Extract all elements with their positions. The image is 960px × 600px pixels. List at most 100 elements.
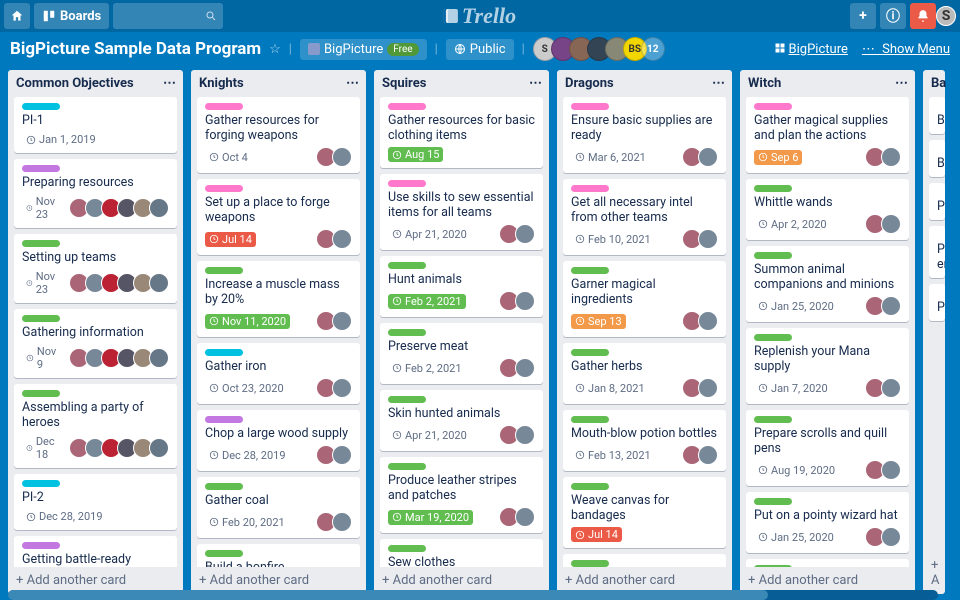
card[interactable]: Ensure basic supplies are readyMar 6, 20…: [563, 97, 726, 173]
card-title: Assembling a party of heroes: [22, 400, 169, 430]
due-date-badge: Apr 21, 2020: [388, 227, 471, 242]
card-label: [388, 396, 426, 403]
card[interactable]: Put on a pointy wizard hatJan 25, 2020: [746, 492, 909, 553]
card-member-avatar: [881, 378, 901, 398]
card[interactable]: Pu en: [929, 226, 945, 278]
card-member-avatar: [149, 438, 169, 458]
card[interactable]: Sew clothesFeb 4, 2020: [380, 539, 543, 567]
card[interactable]: PI-2Dec 28, 2019: [14, 474, 177, 530]
card-title: Chop a large wood supply: [205, 426, 352, 441]
card-member-avatar: [149, 348, 169, 368]
card-title: Weave canvas for bandages: [571, 493, 718, 523]
card[interactable]: Assembling a party of heroes Dec 18: [14, 384, 177, 468]
card-label: [205, 267, 243, 274]
card[interactable]: Weave canvas for bandagesJul 14: [563, 477, 726, 548]
due-date-badge: Apr 21, 2020: [388, 428, 471, 443]
card[interactable]: Gather resources for basic clothing item…: [380, 97, 543, 168]
due-date-badge: Dec 18: [22, 434, 63, 462]
card-member-avatar: [698, 445, 718, 465]
board-members[interactable]: S BS 12: [533, 37, 665, 61]
user-avatar[interactable]: S: [936, 6, 956, 26]
card-title: Setting up teams: [22, 250, 169, 265]
card[interactable]: Produce leather stripes and patchesMar 1…: [380, 457, 543, 533]
list-title[interactable]: Common Objectives: [16, 76, 134, 91]
card[interactable]: Gather ironOct 23, 2020: [197, 343, 360, 404]
card[interactable]: Ba: [929, 97, 945, 134]
card[interactable]: Preserve meatFeb 2, 2021: [380, 323, 543, 384]
card[interactable]: Bu: [929, 140, 945, 177]
card[interactable]: Gather coalFeb 20, 2021: [197, 477, 360, 538]
card[interactable]: Whittle wandsApr 2, 2020: [746, 179, 909, 240]
card[interactable]: Hunt animalsFeb 2, 2021: [380, 256, 543, 317]
visibility-button[interactable]: Public: [446, 39, 514, 60]
card-label: [205, 483, 243, 490]
card[interactable]: Prepare scrolls and quill pensAug 19, 20…: [746, 410, 909, 486]
card[interactable]: Replenish your Mana supplyJan 7, 2020: [746, 328, 909, 404]
board-canvas: Common Objectives ⋯ PI-1Jan 1, 2019 Prepari…: [0, 66, 960, 600]
card[interactable]: Gather resources for forging weaponsOct …: [197, 97, 360, 173]
list-menu-button[interactable]: ⋯: [346, 76, 358, 91]
home-button[interactable]: [4, 3, 30, 29]
bigpicture-link[interactable]: BigPicture: [774, 42, 848, 57]
list-title[interactable]: Knights: [199, 76, 244, 91]
list: Knights ⋯ Gather resources for forging wea…: [191, 70, 366, 594]
card[interactable]: Summon animal companions and minionsJan …: [746, 246, 909, 322]
card-member-avatar: [149, 273, 169, 293]
card[interactable]: Build a bonfireJun 29, 2019: [197, 544, 360, 567]
card[interactable]: Get all necessary intel from other teams…: [563, 179, 726, 255]
due-date-badge: Feb 2, 2021: [388, 361, 466, 376]
card-label: [754, 103, 792, 110]
card[interactable]: Pu: [929, 183, 945, 220]
card[interactable]: PI-1Jan 1, 2019: [14, 97, 177, 153]
due-date-badge: Jan 25, 2020: [754, 299, 838, 314]
member-count[interactable]: 12: [641, 37, 665, 61]
card[interactable]: Skin hunted animalsApr 21, 2020: [380, 390, 543, 451]
create-button[interactable]: +: [850, 3, 876, 29]
list-menu-button[interactable]: ⋯: [895, 76, 907, 91]
add-card-button[interactable]: + A: [923, 552, 945, 594]
list-title[interactable]: Witch: [748, 76, 781, 91]
card-label: [388, 180, 426, 187]
list-menu-button[interactable]: ⋯: [712, 76, 724, 91]
card-member-avatar: [698, 147, 718, 167]
card[interactable]: Getting battle-readyDec 13, 2019: [14, 536, 177, 567]
horizontal-scrollbar[interactable]: [8, 590, 938, 600]
card[interactable]: Mouth-blow potion bottlesFeb 13, 2021: [563, 410, 726, 471]
card-title: Getting battle-ready: [22, 552, 169, 567]
notifications-button[interactable]: [910, 3, 936, 29]
card[interactable]: Garner magical ingredientsSep 13: [563, 261, 726, 337]
due-date-badge: Oct 23, 2020: [205, 381, 288, 396]
due-date-badge: Mar 6, 2021: [571, 150, 650, 165]
show-menu-link[interactable]: ⋯ Show Menu: [862, 42, 950, 57]
card-member-avatar: [515, 358, 535, 378]
boards-button[interactable]: Boards: [34, 3, 109, 29]
list-title[interactable]: Ba: [931, 76, 946, 91]
card-title: Increase a muscle mass by 20%: [205, 277, 352, 307]
search-input[interactable]: [113, 3, 223, 29]
list-title[interactable]: Squires: [382, 76, 426, 91]
card[interactable]: Gather magical supplies and plan the act…: [746, 97, 909, 173]
info-button[interactable]: ⓘ: [880, 3, 906, 29]
list: Ba Ba Bu Pu Pu en Pu + A: [923, 70, 945, 594]
star-button[interactable]: ☆: [269, 42, 281, 57]
card[interactable]: Setting up teamsNov 23: [14, 234, 177, 303]
home-icon: [10, 9, 24, 23]
card[interactable]: Pu: [929, 284, 945, 321]
card-member-avatar: [515, 224, 535, 244]
due-date-badge: Feb 2, 2021: [388, 294, 466, 309]
card-member-avatar: [698, 311, 718, 331]
card[interactable]: Gather herbsJan 8, 2021: [563, 343, 726, 404]
card[interactable]: Gathering informationNov 9: [14, 309, 177, 378]
list-title[interactable]: Dragons: [565, 76, 614, 91]
card[interactable]: Master your witchcraft skillsApr 2, 2020: [746, 559, 909, 567]
workspace-chip[interactable]: BigPictureFree: [300, 39, 427, 60]
list-menu-button[interactable]: ⋯: [163, 76, 175, 91]
card[interactable]: Chop a large wood supplyDec 28, 2019: [197, 410, 360, 471]
list-menu-button[interactable]: ⋯: [529, 76, 541, 91]
card[interactable]: Increase a muscle mass by 20%Nov 11, 202…: [197, 261, 360, 337]
card[interactable]: Set up a place to forge weaponsJul 14: [197, 179, 360, 255]
card[interactable]: Use skills to sew essential items for al…: [380, 174, 543, 250]
card-title: Sew clothes: [388, 555, 535, 567]
card[interactable]: Gather information about other teams nee…: [563, 554, 726, 567]
card[interactable]: Preparing resourcesNov 23: [14, 159, 177, 228]
